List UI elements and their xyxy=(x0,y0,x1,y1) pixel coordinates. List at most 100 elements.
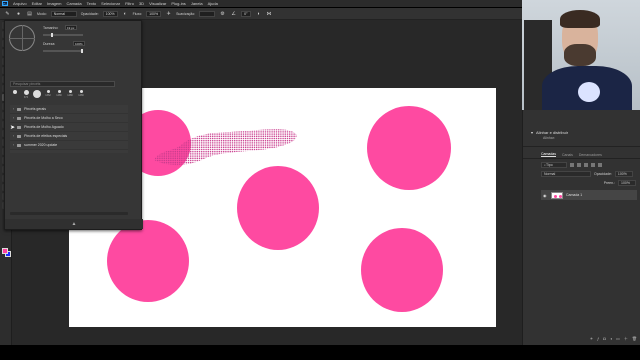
cursor-icon: ➤ xyxy=(10,125,16,131)
foreground-color-swatch[interactable] xyxy=(2,248,8,254)
divider xyxy=(523,146,640,147)
menu-imagem[interactable]: Imagem xyxy=(47,1,61,6)
group-icon[interactable]: ▭ xyxy=(616,336,620,342)
fx-icon[interactable]: ƒ xyxy=(597,336,599,342)
menu-janela[interactable]: Janela xyxy=(191,1,203,6)
menu-ajuda[interactable]: Ajuda xyxy=(208,1,218,6)
menu-plugins[interactable]: Plug-ins xyxy=(171,1,185,6)
blend-mode-select[interactable]: Normal xyxy=(541,171,591,177)
menu-camada[interactable]: Camada xyxy=(66,1,81,6)
shirt-logo xyxy=(578,82,600,102)
tab-paths[interactable]: Demarcadores xyxy=(579,153,602,157)
menu-visualizar[interactable]: Visualizar xyxy=(149,1,166,6)
brush-tip[interactable]: 1480 xyxy=(55,90,63,99)
mode-select[interactable]: Normal xyxy=(50,10,77,17)
layer-row[interactable]: ◉ Camada 1 xyxy=(541,190,637,200)
folder-icon xyxy=(17,116,22,120)
brush-folder-label: Pincéis de efeitos especiais xyxy=(24,134,68,138)
menu-editar[interactable]: Editar xyxy=(32,1,42,6)
brush-folder[interactable]: › summer 2020 update xyxy=(10,141,128,150)
menu-selecionar[interactable]: Selecionar xyxy=(101,1,120,6)
brush-folder-list: › Pincéis gerais › Pincéis de Molho a Se… xyxy=(10,105,128,153)
menu-texto[interactable]: Texto xyxy=(87,1,97,6)
eye-icon[interactable]: ◉ xyxy=(543,193,548,198)
brush-settings-icon[interactable]: ▤ xyxy=(26,10,33,17)
smart-object-filter-icon[interactable] xyxy=(598,163,602,167)
brush-tip[interactable]: 374 xyxy=(22,90,30,99)
mode-label: Modo: xyxy=(37,11,47,16)
chevron-right-icon[interactable]: › xyxy=(13,134,14,138)
folder-icon xyxy=(17,143,22,147)
brush-icon[interactable]: ✎ xyxy=(4,10,11,17)
flow-field[interactable]: 100% xyxy=(146,10,162,17)
brush-folder[interactable]: › Pincéis de Molho a Seco xyxy=(10,114,128,123)
pressure-size-icon[interactable]: ◑ xyxy=(255,10,262,17)
chevron-right-icon[interactable]: › xyxy=(13,143,14,147)
folder-icon xyxy=(17,134,22,138)
layers-tabs: Camadas Canais Demarcadores xyxy=(523,151,640,159)
airbrush-icon[interactable]: ✈ xyxy=(165,10,172,17)
menu-arquivo[interactable]: Arquivo xyxy=(13,1,27,6)
brush-folder[interactable]: › Pincéis gerais xyxy=(10,105,128,114)
menu-3d[interactable]: 3D xyxy=(139,1,144,6)
dotted-brush-stroke xyxy=(154,129,297,166)
pink-circle xyxy=(107,220,189,302)
symmetry-icon[interactable]: ⋈ xyxy=(266,10,273,17)
tab-layers[interactable]: Camadas xyxy=(541,152,556,157)
menu-filtro[interactable]: Filtro xyxy=(125,1,134,6)
opacity-label: Opacidade: xyxy=(80,11,99,16)
layer-filter-value: Tipo xyxy=(545,163,553,167)
layer-fill-field[interactable]: 100% xyxy=(618,180,636,186)
tab-channels[interactable]: Canais xyxy=(562,153,573,157)
angle-field[interactable]: 0° xyxy=(241,10,251,17)
shape-filter-icon[interactable] xyxy=(591,163,595,167)
layer-filter-row: ⌕ Tipo xyxy=(541,162,640,168)
pressure-opacity-icon[interactable]: ◐ xyxy=(122,10,129,17)
bottom-bar xyxy=(0,345,640,360)
hardness-label: Dureza: xyxy=(43,41,56,46)
new-layer-icon[interactable]: ＋ xyxy=(624,336,628,342)
size-label: Tamanho: xyxy=(43,25,59,30)
layer-opacity-field[interactable]: 100% xyxy=(614,171,633,177)
folder-icon xyxy=(17,107,22,111)
chevron-right-icon[interactable]: › xyxy=(13,107,14,111)
layer-filter-select[interactable]: ⌕ Tipo xyxy=(541,162,567,168)
adjustment-filter-icon[interactable] xyxy=(577,163,581,167)
size-row: Tamanho: 19 px xyxy=(43,25,77,30)
layer-name[interactable]: Camada 1 xyxy=(566,193,582,197)
type-filter-icon[interactable] xyxy=(584,163,588,167)
brush-tip[interactable]: 1480 xyxy=(77,90,85,99)
flow-label: Fluxo: xyxy=(132,11,143,16)
size-slider-knob[interactable] xyxy=(51,33,53,37)
hardness-field[interactable]: 100% xyxy=(73,41,85,46)
mask-icon[interactable]: ◘ xyxy=(603,336,605,342)
opacity-field[interactable]: 100% xyxy=(102,10,118,17)
brush-preset-picker-icon[interactable]: ● xyxy=(15,10,22,17)
triangle-up-icon: ▲ xyxy=(71,221,77,227)
chevron-right-icon[interactable]: › xyxy=(13,116,14,120)
preview-crosshair-v xyxy=(22,25,23,51)
brush-tip[interactable]: 1362 xyxy=(44,90,52,99)
adjustment-icon[interactable]: ◑ xyxy=(610,336,612,342)
brush-folder-label: Pincéis gerais xyxy=(24,107,46,111)
pixel-filter-icon[interactable] xyxy=(570,163,574,167)
hardness-slider-knob[interactable] xyxy=(81,49,83,53)
trash-icon[interactable]: 🗑 xyxy=(632,336,637,342)
size-slider[interactable] xyxy=(43,33,83,37)
panel-collapse-button[interactable]: ▲ xyxy=(5,219,143,229)
smoothing-field[interactable] xyxy=(199,10,216,17)
brush-folder[interactable]: › Pincéis de efeitos especiais xyxy=(10,132,128,141)
link-layers-icon[interactable]: ⚭ xyxy=(590,336,593,342)
brush-panel-scrollbar[interactable] xyxy=(10,212,128,215)
brush-search-input[interactable]: Pesquisar pincéis xyxy=(10,81,115,87)
chevron-down-icon: ▾ xyxy=(531,129,534,135)
gear-icon[interactable]: ⚙ xyxy=(219,10,226,17)
size-field[interactable]: 19 px xyxy=(65,25,77,30)
blend-row: Normal Opacidade: 100% xyxy=(541,171,640,177)
align-panel-header[interactable]: ▾ Alinhar e distribuir xyxy=(523,128,640,136)
brush-tip[interactable]: 1480 xyxy=(66,90,74,99)
brush-folder[interactable]: › Pincéis de Molho Aguado xyxy=(10,123,128,132)
brush-tip[interactable] xyxy=(33,90,41,99)
brush-tip[interactable] xyxy=(11,90,19,99)
hardness-slider[interactable] xyxy=(43,49,83,53)
